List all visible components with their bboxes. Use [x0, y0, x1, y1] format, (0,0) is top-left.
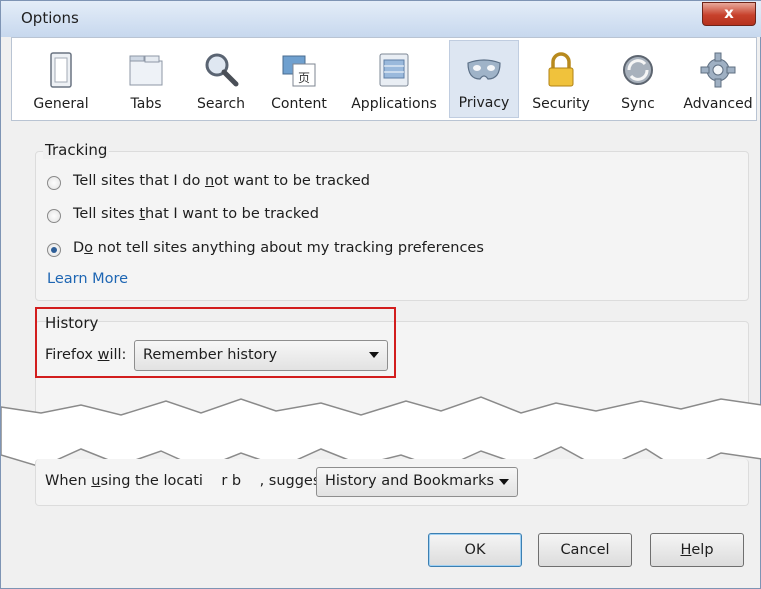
tabs-icon	[129, 55, 163, 86]
gear-icon	[700, 52, 736, 88]
privacy-mask-icon	[467, 59, 501, 80]
tab-content[interactable]: 页 Content	[266, 40, 332, 118]
tab-general[interactable]: General	[26, 40, 96, 118]
tab-sync[interactable]: Sync	[610, 40, 666, 118]
sync-icon	[623, 55, 653, 85]
ok-button[interactable]: OK	[428, 533, 522, 567]
options-dialog: Options x General Tabs Search 页 Content …	[0, 0, 761, 589]
tab-label: Sync	[621, 96, 655, 112]
close-button[interactable]: x	[702, 2, 756, 26]
tab-applications[interactable]: Applications	[346, 40, 442, 118]
tab-search[interactable]: Search	[190, 40, 252, 118]
tab-label: Search	[196, 96, 246, 112]
radio-button[interactable]	[47, 176, 61, 190]
location-bar-select[interactable]: History and Bookmarks	[316, 467, 518, 497]
tab-label: Privacy	[458, 95, 510, 111]
tab-label: General	[33, 96, 89, 112]
options-toolbar: General Tabs Search 页 Content Applicatio…	[11, 37, 757, 121]
cancel-button[interactable]: Cancel	[538, 533, 632, 567]
padlock-icon	[548, 52, 574, 87]
tab-security[interactable]: Security	[525, 40, 597, 118]
location-bar-label: When using the locati r b , suggest:	[45, 473, 331, 489]
tab-privacy[interactable]: Privacy	[449, 40, 519, 118]
title-bar: Options x	[1, 1, 761, 37]
tab-tabs[interactable]: Tabs	[116, 40, 176, 118]
help-button[interactable]: Help	[650, 533, 744, 567]
dropdown-arrow-icon	[499, 479, 509, 485]
history-highlight-box	[35, 307, 396, 378]
tab-label: Tabs	[130, 96, 162, 112]
applications-icon	[379, 53, 409, 87]
svg-text:页: 页	[298, 71, 310, 85]
content-icon: 页	[282, 55, 316, 87]
tab-label: Applications	[351, 96, 437, 112]
search-icon	[205, 53, 239, 87]
tracking-group-title: Tracking	[43, 141, 110, 159]
general-icon	[50, 52, 72, 88]
tab-label: Security	[532, 96, 590, 112]
tab-advanced[interactable]: Advanced	[680, 40, 756, 118]
location-bar-select-value: History and Bookmarks	[325, 473, 495, 489]
learn-more-link[interactable]: Learn More	[47, 271, 128, 287]
radio-button-selected[interactable]	[47, 243, 61, 257]
radio-button[interactable]	[47, 209, 61, 223]
tab-label: Advanced	[683, 96, 753, 112]
window-title: Options	[21, 9, 79, 27]
tab-label: Content	[271, 96, 327, 112]
